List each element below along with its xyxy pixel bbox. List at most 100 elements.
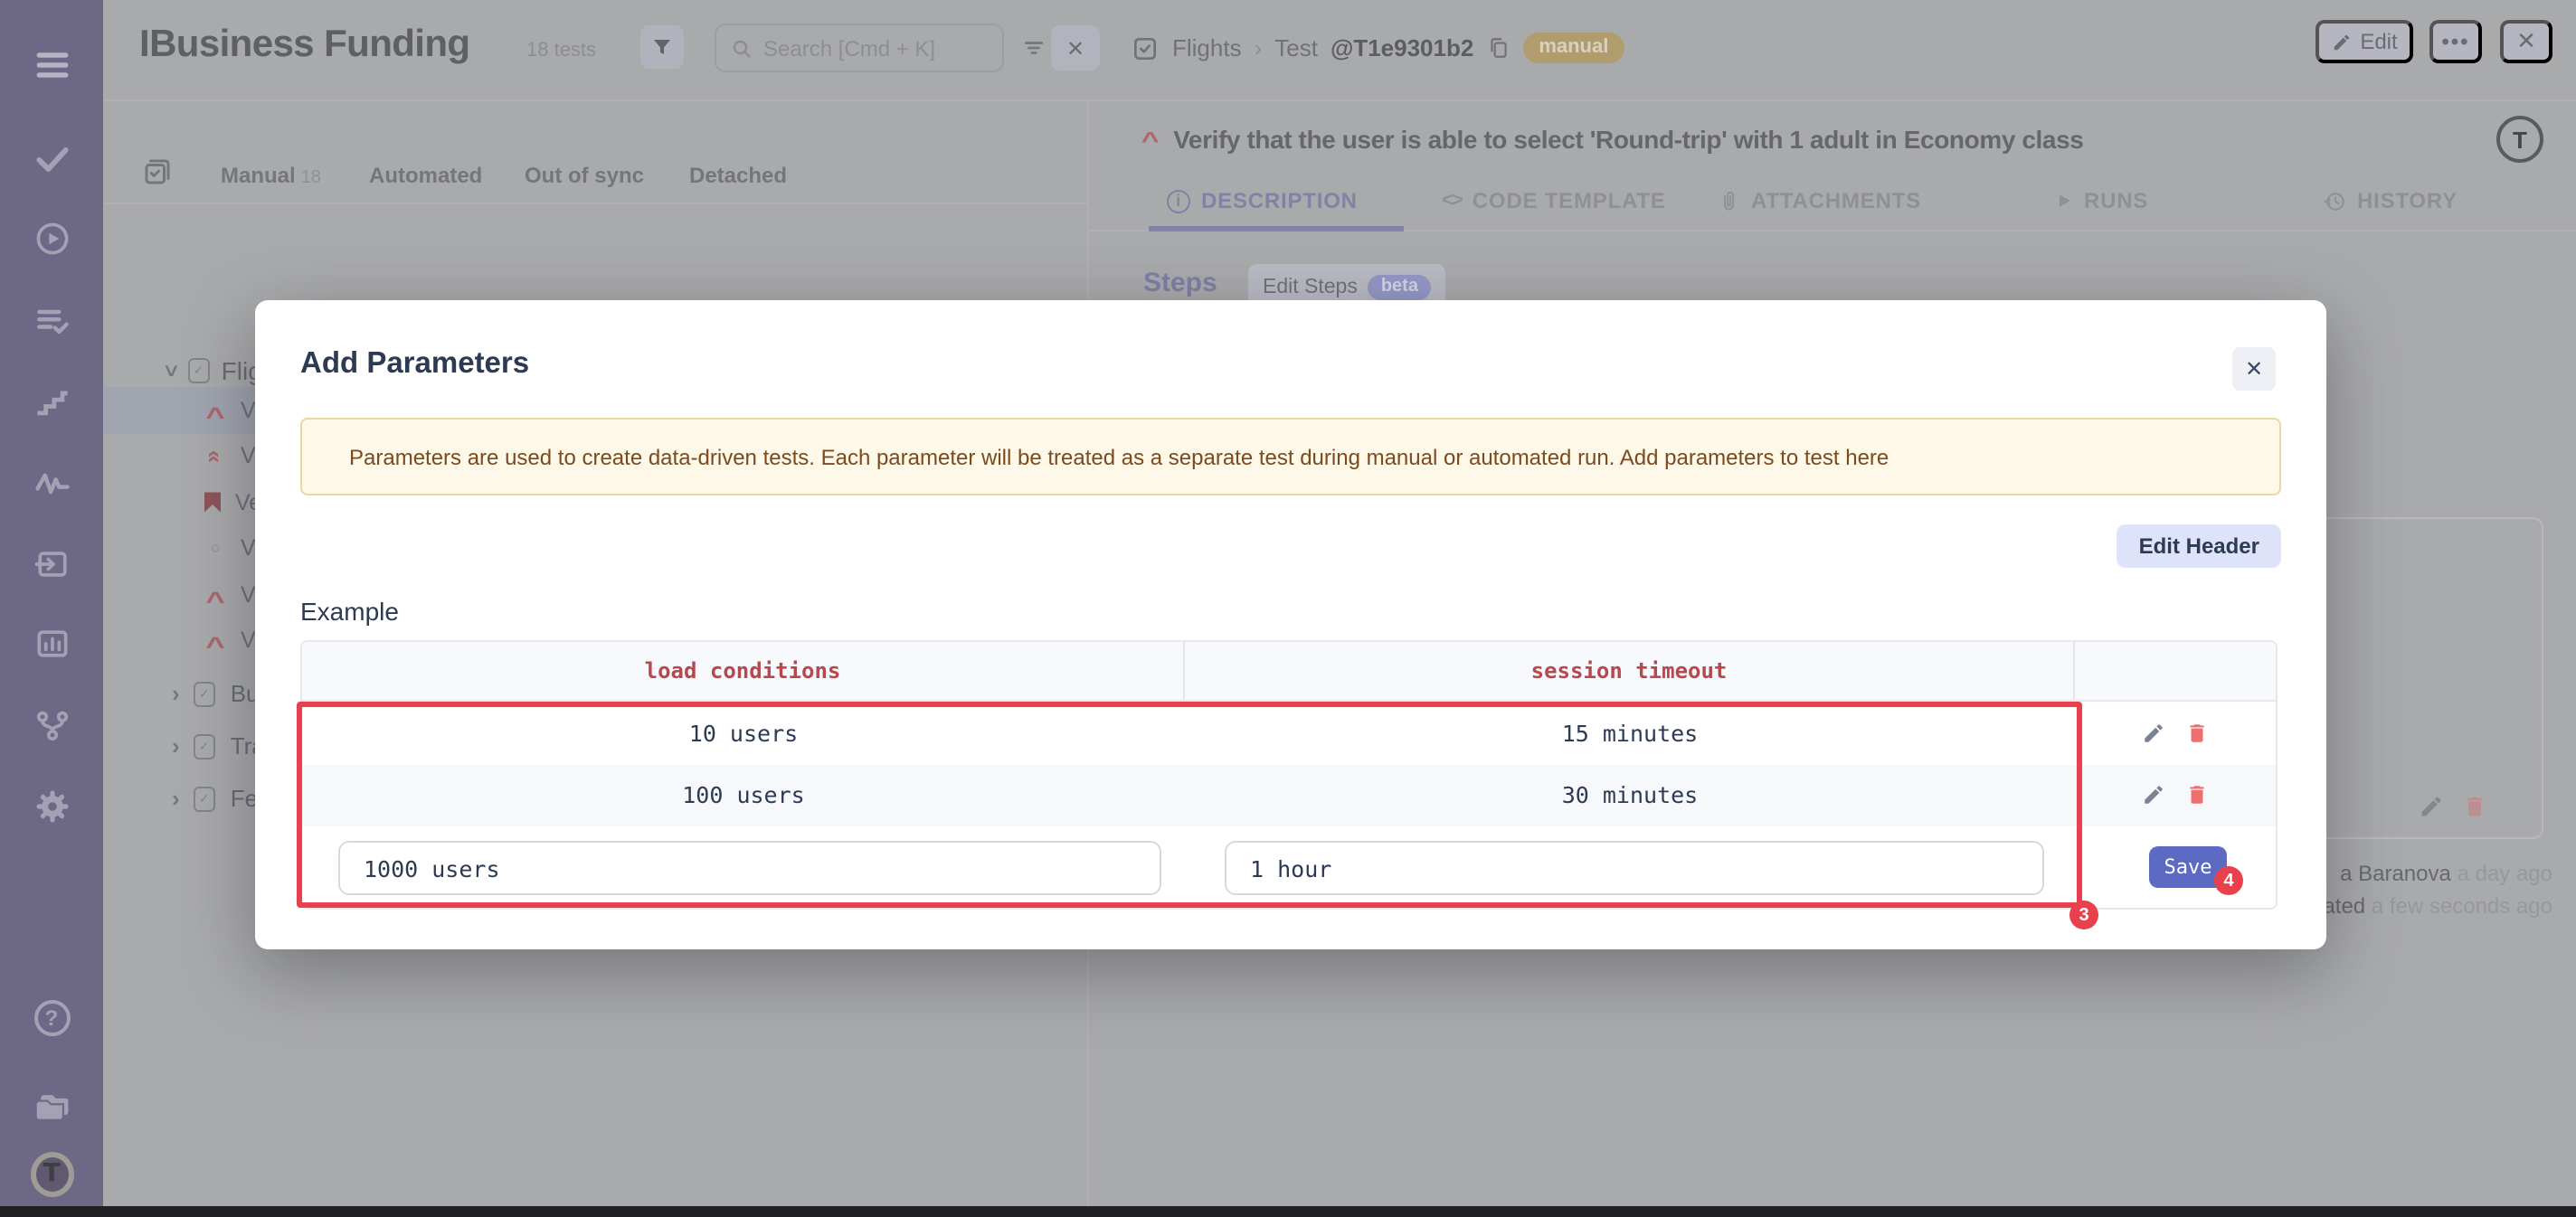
search-input[interactable]: [763, 35, 971, 61]
breadcrumb-separator: ›: [1255, 34, 1263, 61]
close-icon: ✕: [1066, 35, 1084, 61]
manual-badge: manual: [1522, 33, 1624, 63]
table-row: 100 users30 minutes: [302, 764, 2276, 826]
reports-chart-icon[interactable]: [30, 622, 73, 665]
copy-icon[interactable]: [1486, 34, 1510, 61]
branch-icon[interactable]: [30, 703, 73, 747]
table-header-row: load conditions session timeout: [302, 642, 2276, 702]
runs-play-icon[interactable]: [30, 217, 73, 260]
info-icon: i: [1167, 189, 1190, 212]
trash-icon[interactable]: [2462, 794, 2487, 819]
settings-gear-icon[interactable]: [30, 785, 73, 828]
tab-detached[interactable]: Detached: [689, 163, 787, 188]
tests-count: 18 tests: [526, 40, 596, 61]
top-bar: IBusiness Funding 18 tests ✕ Flights › T…: [103, 0, 2576, 101]
tab-out-of-sync[interactable]: Out of sync: [525, 163, 644, 188]
play-icon: [2055, 192, 2073, 210]
column-header-actions: [2075, 642, 2276, 700]
tab-runs[interactable]: RUNS: [2055, 188, 2148, 213]
paperclip-icon: [1719, 189, 1740, 212]
author-name-fragment: a Baranova: [2340, 861, 2451, 886]
breadcrumb-page: Test: [1274, 34, 1318, 61]
close-test-button[interactable]: ✕: [2500, 20, 2552, 63]
delete-row-icon[interactable]: [2185, 722, 2209, 745]
app-root: ? T IBusiness Funding 18 tests ✕ Flights…: [0, 0, 2576, 1217]
circle-icon: ○: [204, 540, 226, 558]
manual-count: 18: [301, 168, 321, 188]
new-param-input-1[interactable]: [338, 841, 1161, 895]
clear-filter-chip[interactable]: ✕: [1051, 25, 1100, 71]
import-export-icon[interactable]: [30, 542, 73, 586]
help-icon[interactable]: ?: [30, 996, 73, 1040]
more-actions-button[interactable]: •••: [2429, 20, 2482, 63]
app-logo[interactable]: T: [30, 1150, 73, 1197]
pencil-icon[interactable]: [2419, 794, 2444, 819]
test-title: Verify that the user is able to select '…: [1173, 125, 2083, 154]
column-header: load conditions: [302, 642, 1185, 700]
search-icon: [731, 37, 753, 59]
tab-history[interactable]: HISTORY: [2323, 188, 2458, 213]
new-param-input-2[interactable]: [1225, 841, 2044, 895]
chevron-up-icon: ^: [201, 401, 229, 430]
filter-button[interactable]: [640, 25, 684, 69]
add-parameters-modal: Add Parameters ✕ Parameters are used to …: [255, 300, 2326, 949]
menu-icon[interactable]: [30, 43, 73, 87]
projects-folders-icon[interactable]: [30, 1085, 73, 1128]
column-header: session timeout: [1185, 642, 2075, 700]
updated-time: a few seconds ago: [2372, 893, 2552, 919]
param-cell: 10 users: [302, 702, 1185, 764]
test-plans-icon[interactable]: [30, 300, 73, 344]
history-clock-icon: [2323, 189, 2346, 212]
edit-header-button[interactable]: Edit Header: [2117, 524, 2281, 568]
bookmark-icon: [204, 493, 221, 513]
tests-check-icon[interactable]: [30, 137, 73, 181]
task-check-icon: [1131, 33, 1160, 62]
edit-row-icon[interactable]: [2142, 722, 2165, 745]
beta-badge: beta: [1368, 274, 1431, 299]
search-box[interactable]: [715, 24, 1004, 72]
edit-row-icon[interactable]: [2142, 784, 2165, 807]
pencil-icon: [2331, 32, 2351, 52]
chevron-up-icon: ^: [201, 586, 229, 615]
parameters-table: load conditions session timeout 10 users…: [300, 640, 2278, 910]
ellipsis-icon: •••: [2441, 29, 2469, 54]
table-row: 10 users15 minutes: [302, 702, 2276, 764]
table-rows: 10 users15 minutes100 users30 minutes: [302, 702, 2276, 826]
test-title-row: ^ Verify that the user is able to select…: [1143, 125, 2229, 154]
edit-test-button[interactable]: Edit: [2316, 20, 2413, 63]
updated-label-fragment: ated: [2323, 893, 2365, 919]
test-id: @T1e9301b2: [1331, 34, 1473, 61]
test-meta: a Baranova a day ago ated a few seconds …: [2323, 857, 2552, 922]
close-icon: ✕: [2245, 356, 2263, 382]
modal-title: Add Parameters: [300, 347, 529, 382]
tab-description[interactable]: i DESCRIPTION: [1167, 188, 1358, 213]
filter-lines-icon[interactable]: [1022, 36, 1046, 60]
suite-file-icon: [194, 786, 216, 811]
edit-button-label: Edit: [2360, 29, 2397, 54]
funnel-icon: [651, 36, 673, 58]
row-actions: [2075, 702, 2276, 764]
tab-code-template[interactable]: <> CODE TEMPLATE: [1442, 188, 1666, 213]
param-cell: 30 minutes: [1185, 764, 2075, 826]
tab-attachments[interactable]: ATTACHMENTS: [1719, 188, 1921, 213]
delete-row-icon[interactable]: [2185, 784, 2209, 807]
annotation-badge-4: 4: [2214, 866, 2243, 895]
breadcrumb: Flights › Test @T1e9301b2 manual: [1131, 33, 1624, 63]
new-row: Save: [302, 826, 2276, 908]
brand-avatar: T: [2496, 116, 2543, 163]
banner-text: Parameters are used to create data-drive…: [349, 444, 1889, 469]
filter-tabs: Manual18 Automated Out of sync Detached: [103, 101, 1089, 204]
suite-file-icon: [194, 733, 216, 759]
tab-manual[interactable]: Manual18: [221, 163, 321, 188]
bottom-edge-strip: [0, 1206, 2576, 1217]
tree-folder-label: Fe: [231, 785, 258, 812]
breadcrumb-folder[interactable]: Flights: [1172, 34, 1242, 61]
tab-automated[interactable]: Automated: [369, 163, 482, 188]
milestones-stairs-icon[interactable]: [30, 380, 73, 423]
modal-close-button[interactable]: ✕: [2232, 347, 2276, 391]
author-time: a day ago: [2458, 861, 2552, 886]
pulse-activity-icon[interactable]: [30, 461, 73, 505]
chevron-up-icon: ^: [201, 632, 229, 661]
chevron-up-icon[interactable]: ^: [1141, 127, 1160, 154]
left-rail: ? T: [0, 0, 103, 1217]
